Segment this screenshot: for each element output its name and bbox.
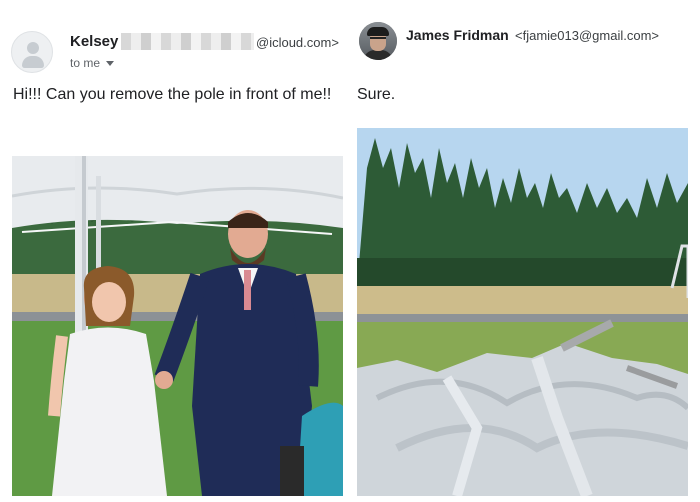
caret-down-icon[interactable] [106, 60, 115, 66]
recipient-label: to me [70, 56, 101, 70]
reply-sender-name: James Fridman [406, 27, 509, 43]
recipient-dropdown[interactable]: to me [70, 56, 115, 70]
reply-sender-email: <fjamie013@gmail.com> [515, 28, 659, 43]
sender-email-domain: @icloud.com> [256, 35, 339, 50]
sender-name: Kelsey [70, 33, 119, 50]
original-photo[interactable] [12, 156, 343, 496]
edited-photo[interactable] [357, 128, 688, 496]
avatar-glasses [370, 37, 386, 41]
email-message: Hi!!! Can you remove the pole in front o… [13, 86, 332, 103]
redacted-email-blur [121, 33, 254, 50]
reply-sender-avatar[interactable] [359, 22, 397, 60]
person-head-shape [27, 42, 39, 54]
avatar-hat [367, 27, 389, 36]
collapsed-tent-illustration [357, 128, 688, 496]
couple-photo-illustration [12, 156, 343, 496]
person-body-shape [22, 56, 44, 68]
reply-message: Sure. [357, 86, 396, 103]
sender-avatar-icon[interactable] [11, 31, 53, 73]
